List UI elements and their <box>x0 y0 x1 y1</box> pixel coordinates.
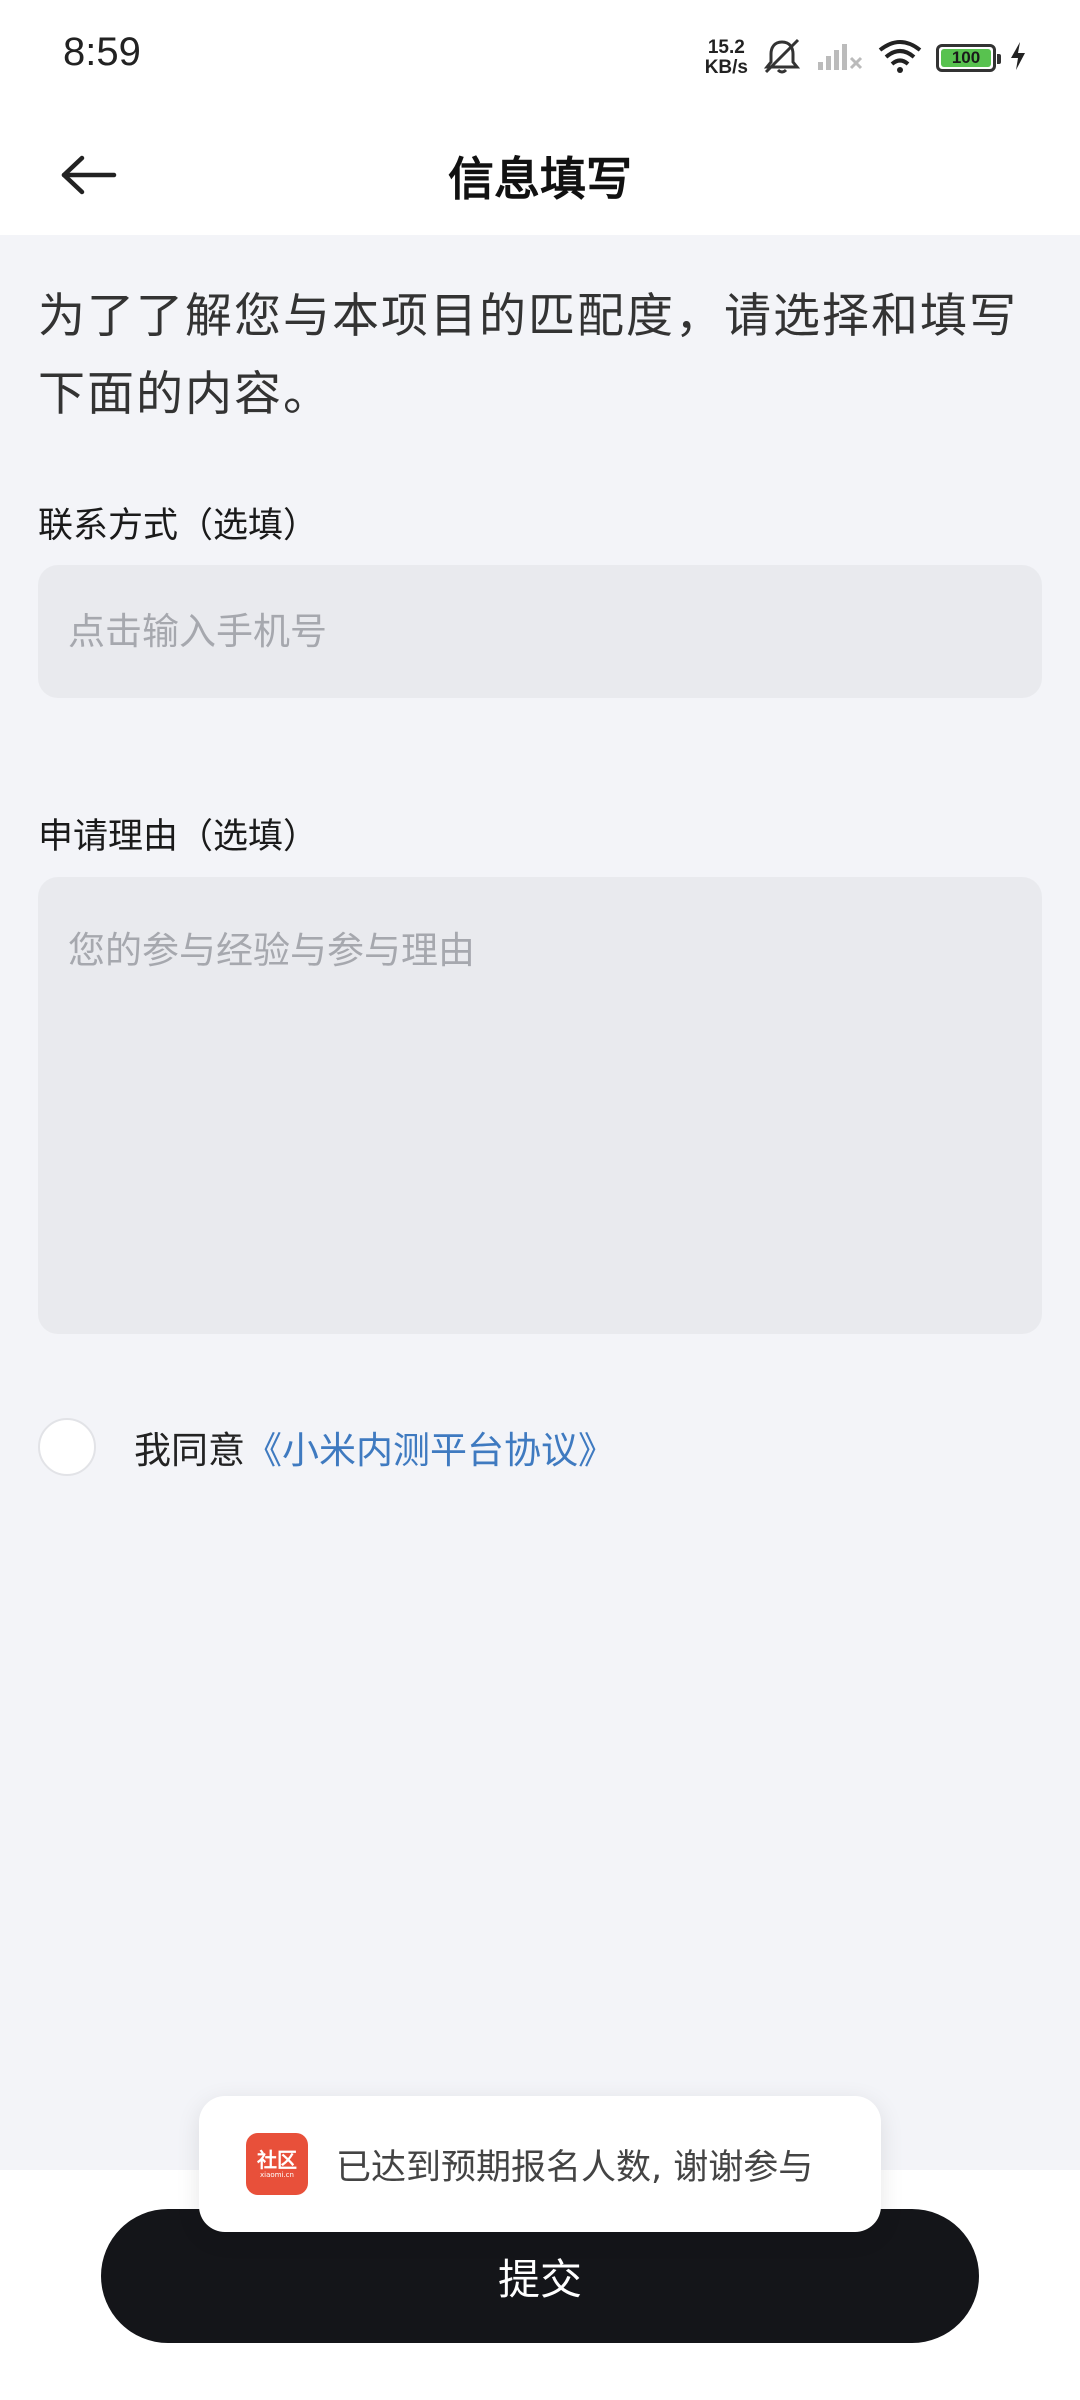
toast-message: 已达到预期报名人数, 谢谢参与 <box>336 2147 814 2188</box>
battery-icon: 100 <box>936 44 1001 72</box>
mute-icon <box>760 36 804 80</box>
agree-text: 我同意 <box>134 1429 245 1472</box>
battery-level: 100 <box>941 49 991 67</box>
agree-checkbox[interactable] <box>38 1418 96 1476</box>
charging-icon <box>1008 40 1028 76</box>
reason-input[interactable] <box>38 877 1042 1334</box>
toast: 社区 xiaomi.cn 已达到预期报名人数, 谢谢参与 <box>199 2096 881 2232</box>
phone-input[interactable] <box>38 565 1042 698</box>
intro-text: 为了了解您与本项目的匹配度，请选择和填写下面的内容。 <box>38 289 1018 422</box>
toast-icon-text: 社区 <box>257 2148 297 2172</box>
network-speed: 15.2 KB/s <box>705 38 748 78</box>
status-icons: 15.2 KB/s 100 <box>705 30 1028 86</box>
community-app-icon: 社区 xiaomi.cn <box>246 2133 308 2195</box>
header: 信息填写 <box>0 115 1080 235</box>
contact-label: 联系方式（选填） <box>38 506 319 546</box>
signal-off-icon <box>816 38 864 78</box>
wifi-icon <box>876 38 924 78</box>
status-time: 8:59 <box>63 30 141 74</box>
agreement-row: 我同意 《小米内测平台协议》 <box>38 1417 615 1477</box>
network-speed-value: 15.2 <box>707 37 745 58</box>
network-speed-unit: KB/s <box>704 57 748 78</box>
agreement-link[interactable]: 《小米内测平台协议》 <box>245 1420 615 1474</box>
status-bar: 8:59 15.2 KB/s 100 <box>0 0 1080 115</box>
page-title: 信息填写 <box>448 152 632 206</box>
toast-icon-subtext: xiaomi.cn <box>260 2171 294 2179</box>
reason-label: 申请理由（选填） <box>38 817 319 857</box>
